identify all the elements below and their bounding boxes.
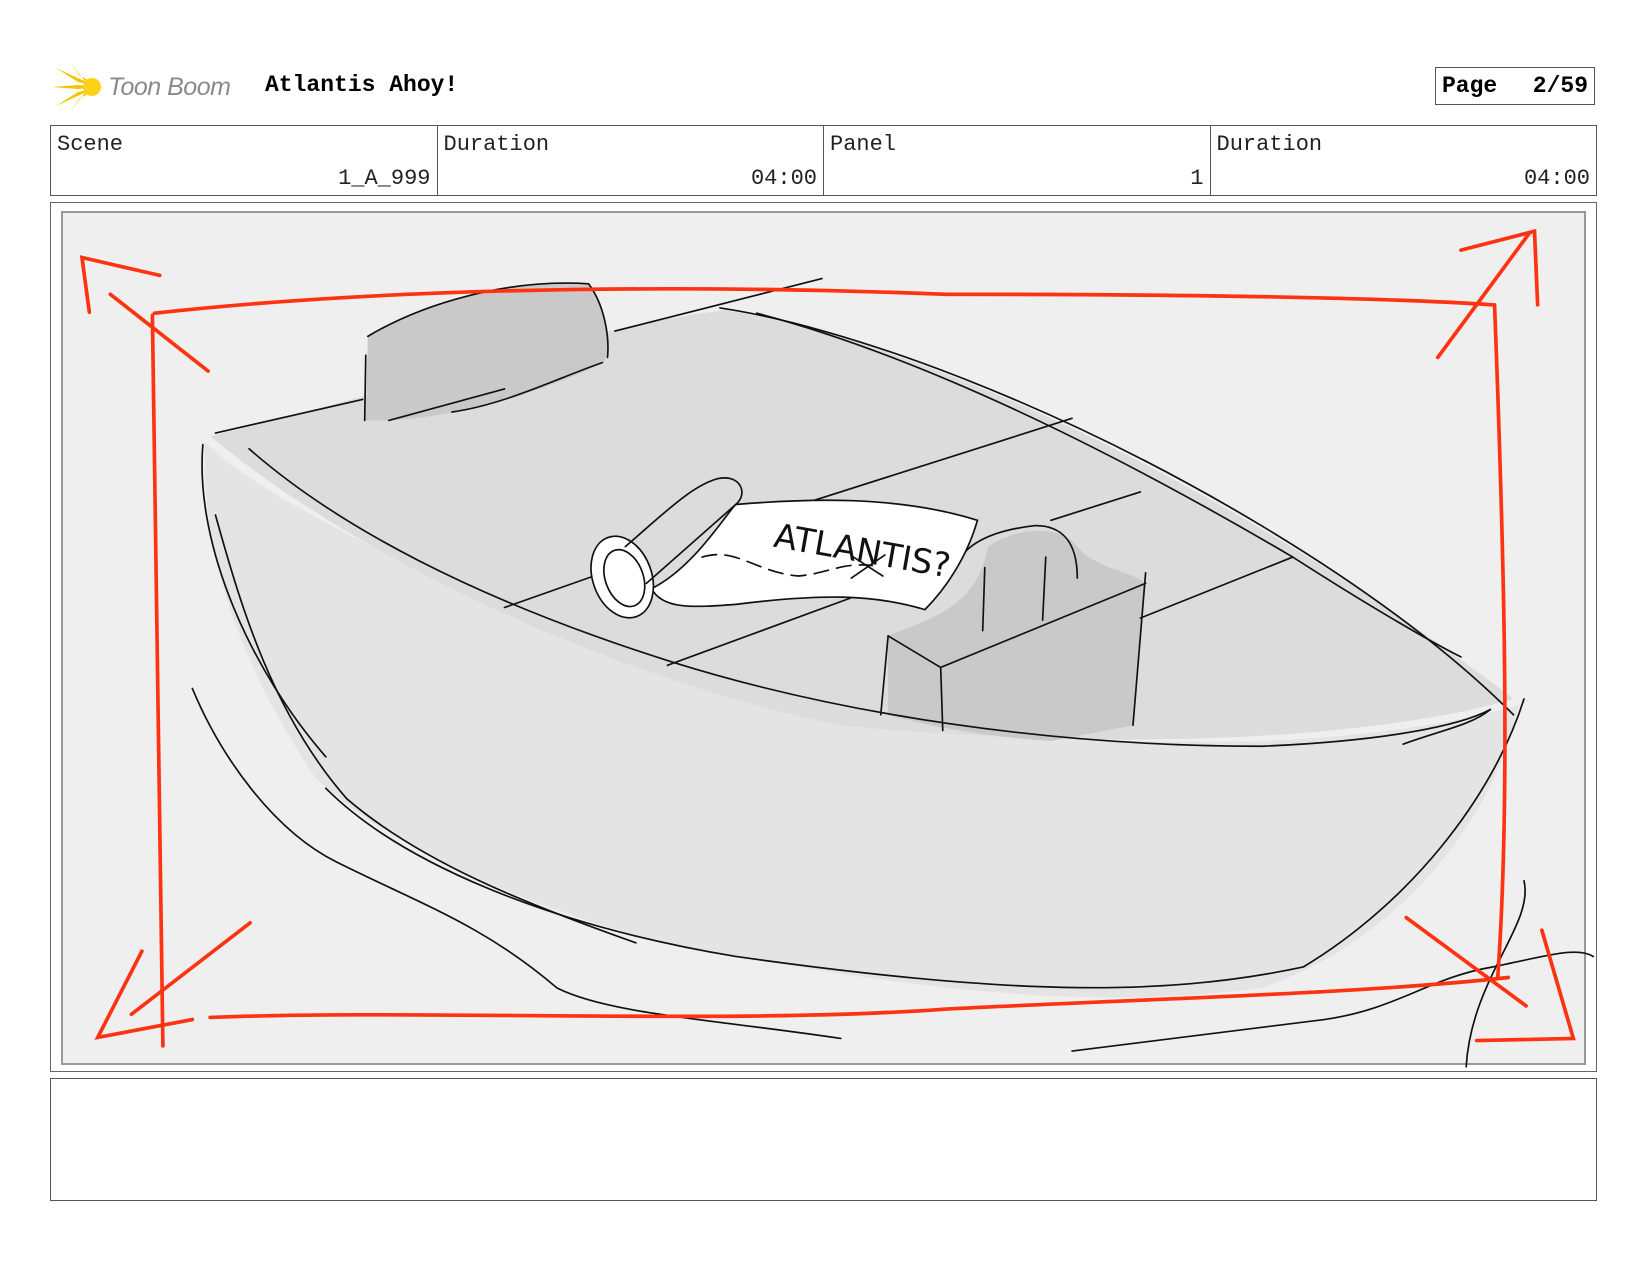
- project-title: Atlantis Ahoy!: [265, 72, 459, 98]
- scene-label: Scene: [57, 132, 124, 157]
- scene-info-table: Scene 1_A_999 Duration 04:00 Panel 1 Dur…: [50, 125, 1597, 196]
- scene-duration-cell: Duration 04:00: [438, 126, 824, 195]
- panel-label: Panel: [830, 132, 897, 157]
- page-label: Page: [1442, 73, 1498, 99]
- panel-duration-label: Duration: [1216, 132, 1323, 157]
- scene-duration-label: Duration: [443, 132, 550, 157]
- starburst-icon: [52, 62, 102, 112]
- panel-value: 1: [1190, 166, 1204, 191]
- scene-duration-value: 04:00: [750, 166, 817, 191]
- toon-boom-logo: Toon Boom: [52, 62, 231, 112]
- page-value: 2/59: [1532, 73, 1588, 99]
- panel-duration-cell: Duration 04:00: [1211, 126, 1597, 195]
- scene-cell: Scene 1_A_999: [51, 126, 438, 195]
- page-indicator: Page 2/59: [1435, 67, 1595, 105]
- panel-image-frame: [50, 202, 1597, 1072]
- panel-notes-box: [50, 1078, 1597, 1201]
- panel-safe-area: [61, 211, 1586, 1065]
- panel-duration-value: 04:00: [1523, 166, 1590, 191]
- logo-text: Toon Boom: [108, 72, 231, 101]
- scene-value: 1_A_999: [338, 166, 431, 191]
- panel-cell: Panel 1: [824, 126, 1211, 195]
